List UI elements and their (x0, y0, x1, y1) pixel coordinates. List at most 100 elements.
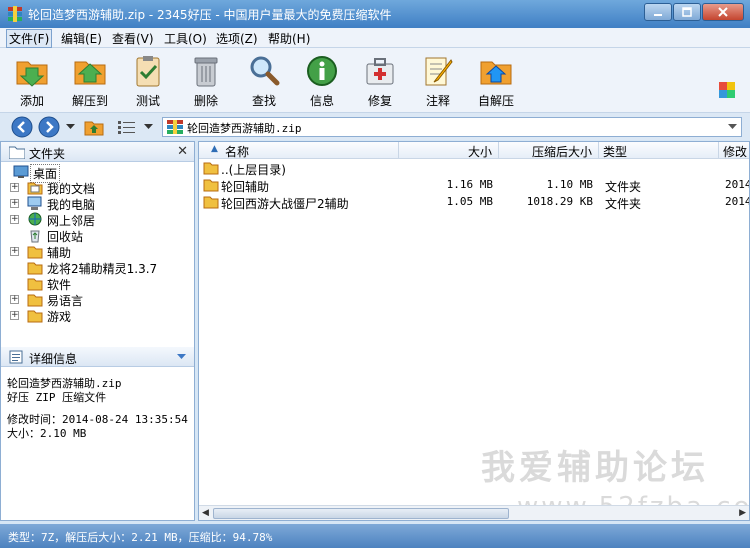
column-modified-label: 修改 (723, 145, 748, 159)
add-button[interactable]: 添加 (8, 54, 56, 109)
file-size: 1.16 MB (446, 178, 493, 191)
delete-label: 删除 (193, 94, 218, 108)
file-row[interactable]: ..(上层目录) (199, 160, 749, 177)
back-button[interactable] (11, 116, 33, 138)
file-packed-size: 1.10 MB (546, 178, 593, 191)
file-type: 文件夹 (605, 180, 642, 194)
column-modified[interactable]: 修改 (719, 142, 749, 159)
comment-button[interactable]: 注释 (414, 54, 462, 109)
network-icon (28, 212, 42, 226)
column-packed-size[interactable]: 压缩后大小 (499, 142, 599, 159)
menu-options[interactable]: 选项(Z) (213, 30, 261, 47)
scroll-left-icon[interactable]: ◀ (202, 508, 209, 518)
view-mode-icon[interactable] (118, 120, 136, 134)
view-dropdown-icon[interactable] (144, 124, 153, 130)
tree-item[interactable]: 龙将2辅助精灵1.3.7 (1, 260, 194, 276)
column-name[interactable]: ▲ 名称 (199, 142, 399, 159)
tree-item-label: 游戏 (47, 310, 72, 324)
folder-icon (27, 262, 43, 275)
tree-item-label: 易语言 (47, 294, 84, 308)
folder-pane-header: 文件夹 ✕ (1, 142, 194, 162)
file-type: 文件夹 (605, 197, 642, 211)
tree-item-label: 软件 (47, 278, 72, 292)
menu-edit[interactable]: 编辑(E) (58, 30, 105, 47)
tree-expander-icon[interactable]: + (10, 199, 19, 208)
status-text: 类型：7Z，解压后大小：2.21 MB，压缩比：94.78% (8, 531, 273, 544)
file-row[interactable]: 轮回辅助 1.16 MB 1.10 MB 文件夹 2014 (199, 177, 749, 194)
scroll-right-icon[interactable]: ▶ (739, 508, 746, 518)
trash-can-icon (194, 57, 218, 87)
file-modified: 2014 (725, 195, 750, 208)
maximize-icon (682, 7, 692, 17)
column-size-label: 大小 (467, 145, 492, 159)
horizontal-scrollbar[interactable]: ◀ ▶ (199, 505, 749, 520)
self-extract-button[interactable]: 自解压 (472, 54, 520, 109)
recycle-bin-icon (30, 230, 40, 243)
scrollbar-thumb[interactable] (213, 508, 509, 519)
folder-pane-title: 文件夹 (29, 147, 66, 161)
tree-item-label: 辅助 (47, 246, 72, 260)
details-title: 详细信息 (29, 352, 78, 366)
column-packed-size-label: 压缩后大小 (531, 145, 592, 159)
tree-item[interactable]: + 辅助 (1, 244, 194, 260)
close-icon (718, 7, 728, 17)
address-dropdown-icon[interactable] (728, 124, 737, 130)
app-icon (8, 6, 22, 22)
close-folder-pane-icon[interactable]: ✕ (177, 144, 188, 159)
tree-item[interactable]: + 我的文档 (1, 180, 194, 196)
minimize-button[interactable] (644, 3, 672, 21)
extract-to-button[interactable]: 解压到 (66, 54, 114, 109)
tree-item-label: 我的文档 (47, 182, 96, 196)
test-button[interactable]: 测试 (124, 54, 172, 109)
menu-tools[interactable]: 工具(O) (161, 30, 210, 47)
detail-file-type: 好压 ZIP 压缩文件 (7, 391, 107, 404)
archive-icon (167, 120, 183, 134)
repair-label: 修复 (367, 94, 392, 108)
tree-item-label: 网上邻居 (47, 214, 96, 228)
title-bar: 轮回造梦西游辅助.zip - 2345好压 - 中国用户量最大的免费压缩软件 (0, 0, 750, 28)
tree-expander-icon[interactable]: + (10, 311, 19, 320)
info-button[interactable]: 信息 (298, 54, 346, 109)
folder-icon (9, 146, 25, 159)
tree-item[interactable]: + 网上邻居 (1, 212, 194, 228)
file-name: 轮回辅助 (221, 180, 270, 194)
column-type[interactable]: 类型 (599, 142, 719, 159)
tree-item[interactable]: 软件 (1, 276, 194, 292)
skin-palette-icon[interactable] (719, 82, 735, 98)
column-size[interactable]: 大小 (399, 142, 499, 159)
self-extract-label: 自解压 (477, 94, 514, 108)
up-folder-icon[interactable] (84, 118, 104, 136)
maximize-button[interactable] (673, 3, 701, 21)
history-dropdown-icon[interactable] (66, 124, 75, 130)
file-row[interactable]: 轮回西游大战僵尸2辅助 1.05 MB 1018.29 KB 文件夹 2014 (199, 194, 749, 211)
tree-expander-icon[interactable]: + (10, 247, 19, 256)
extract-folder-icon (74, 61, 106, 85)
details-collapse-icon[interactable] (177, 354, 186, 360)
add-label: 添加 (19, 94, 44, 108)
tree-expander-icon[interactable]: + (10, 295, 19, 304)
folder-icon (27, 294, 43, 307)
menu-view[interactable]: 查看(V) (109, 30, 157, 47)
tree-item[interactable]: + 我的电脑 (1, 196, 194, 212)
forward-button[interactable] (38, 116, 60, 138)
find-button[interactable]: 查找 (240, 54, 288, 109)
file-modified: 2014 (725, 178, 750, 191)
repair-button[interactable]: 修复 (356, 54, 404, 109)
tree-item[interactable]: 桌面 (1, 164, 194, 183)
tree-expander-icon[interactable]: + (10, 215, 19, 224)
close-button[interactable] (702, 3, 744, 21)
info-icon (307, 56, 337, 86)
desktop-icon (13, 165, 29, 178)
tree-item-label: 我的电脑 (47, 198, 96, 212)
tree-expander-icon[interactable]: + (10, 183, 19, 192)
menu-help[interactable]: 帮助(H) (265, 30, 313, 47)
tree-item[interactable]: 回收站 (1, 228, 194, 244)
address-field[interactable]: 轮回造梦西游辅助.zip (162, 117, 742, 137)
extract-to-label: 解压到 (71, 94, 108, 108)
delete-button[interactable]: 删除 (182, 54, 230, 109)
status-bar: 类型：7Z，解压后大小：2.21 MB，压缩比：94.78% (0, 524, 750, 548)
tree-item[interactable]: + 游戏 (1, 308, 194, 324)
address-path: 轮回造梦西游辅助.zip (187, 122, 302, 135)
tree-item[interactable]: + 易语言 (1, 292, 194, 308)
menu-file[interactable]: 文件(F) (6, 29, 53, 48)
